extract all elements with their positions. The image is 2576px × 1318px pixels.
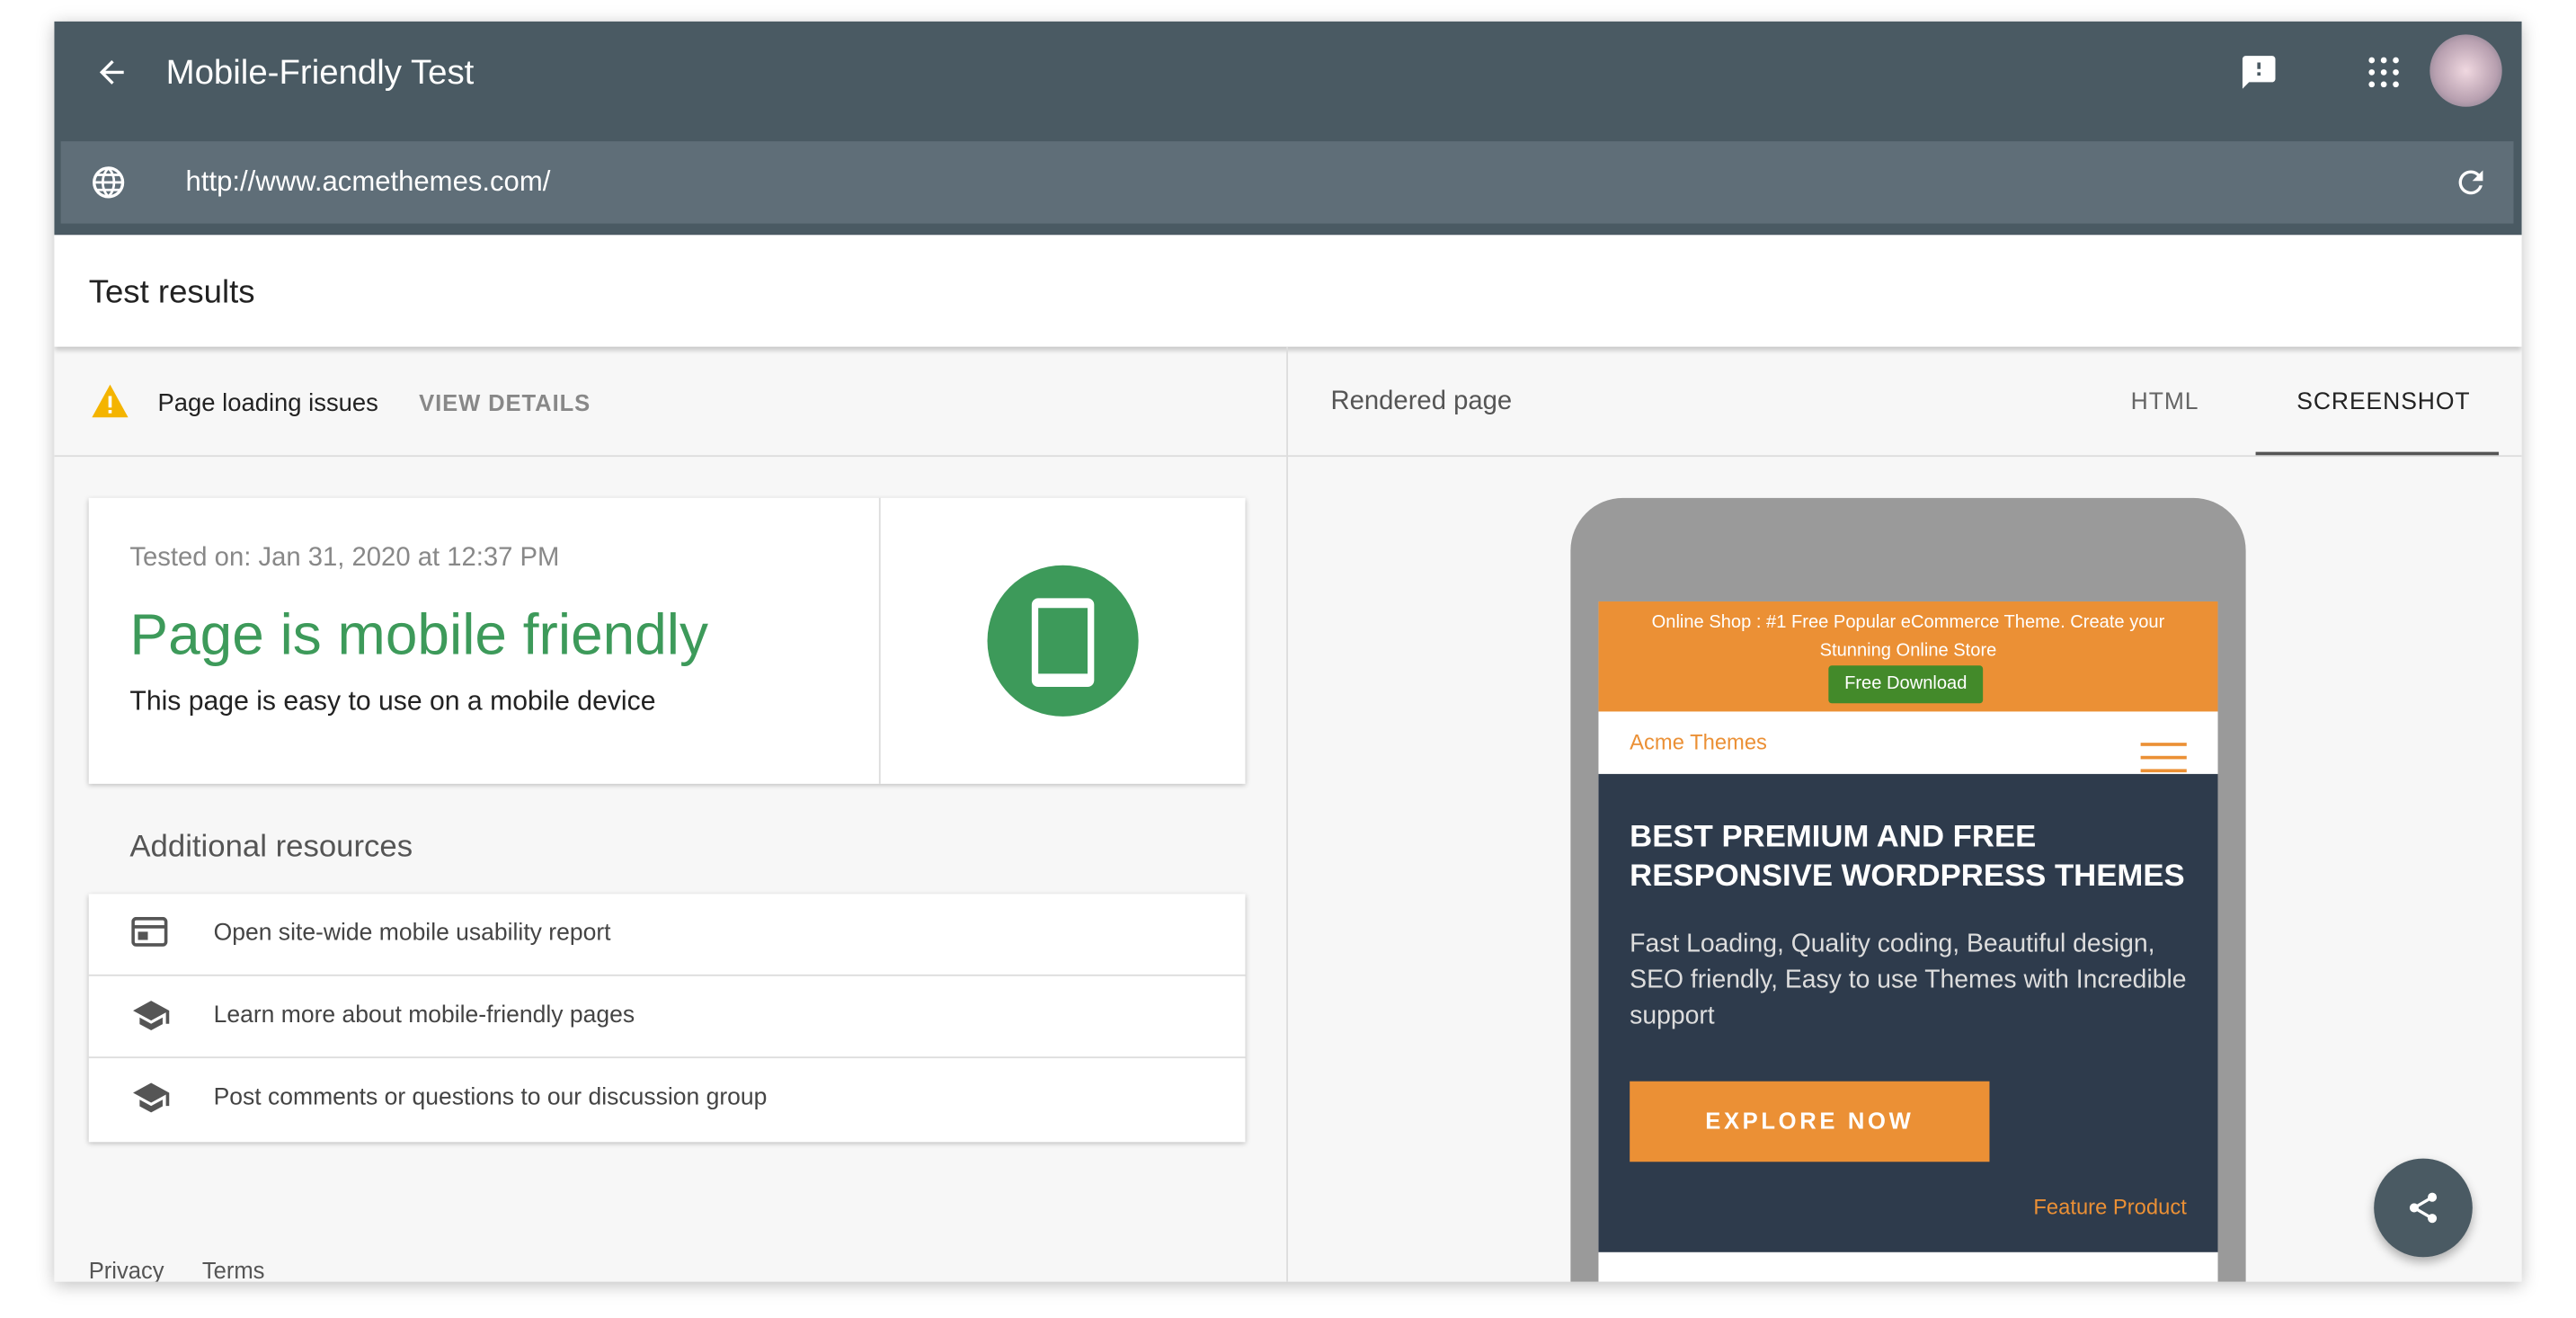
phone-frame: Online Shop : #1 Free Popular eCommerce …: [1570, 497, 2246, 1282]
hero-section: BEST PREMIUM AND FREE RESPONSIVE WORDPRE…: [1598, 773, 2218, 1252]
promo-banner: Online Shop : #1 Free Popular eCommerce …: [1598, 601, 2218, 712]
tab-html[interactable]: HTML: [2131, 389, 2199, 415]
result-headline: Page is mobile friendly: [129, 602, 709, 668]
phone-screen: Online Shop : #1 Free Popular eCommerce …: [1598, 601, 2218, 1282]
list-item-label: Learn more about mobile-friendly pages: [213, 1002, 635, 1029]
hero-text: Fast Loading, Quality coding, Beautiful …: [1630, 930, 2187, 1031]
terms-link[interactable]: Terms: [202, 1257, 265, 1281]
share-icon: [2409, 1192, 2438, 1224]
app: Mobile-Friendly Test http://www.acmethem…: [54, 21, 2522, 1282]
results-header: Test results: [54, 235, 2522, 347]
result-subtext: This page is easy to use on a mobile dev…: [129, 687, 656, 717]
share-button[interactable]: [2374, 1158, 2473, 1258]
promo-text: Online Shop : #1 Free Popular eCommerce …: [1651, 612, 2165, 661]
active-tab-indicator: [2255, 451, 2500, 456]
url-bar[interactable]: http://www.acmethemes.com/: [60, 141, 2514, 224]
rendered-page-label: Rendered page: [1330, 387, 1513, 416]
list-item[interactable]: Learn more about mobile-friendly pages: [88, 976, 1246, 1059]
avatar[interactable]: [2429, 34, 2502, 107]
free-download-button[interactable]: Free Download: [1828, 665, 1984, 704]
page-loading-issues-label: Page loading issues: [157, 389, 378, 418]
resources-list: Open site-wide mobile usability report L…: [88, 894, 1246, 1143]
additional-resources-title: Additional resources: [129, 830, 413, 865]
list-item[interactable]: Post comments or questions to our discus…: [89, 1058, 1246, 1140]
hamburger-menu-icon[interactable]: [2140, 743, 2187, 746]
tab-screenshot[interactable]: SCREENSHOT: [2296, 389, 2470, 415]
list-item-label: Post comments or questions to our discus…: [213, 1084, 768, 1111]
list-item[interactable]: Open site-wide mobile usability report: [88, 894, 1246, 976]
divider: [1286, 346, 1288, 1282]
apps-grid-icon[interactable]: [2366, 54, 2402, 90]
warning-icon: [92, 384, 129, 418]
feedback-icon[interactable]: [2239, 52, 2278, 92]
globe-icon: [93, 166, 125, 199]
list-item-label: Open site-wide mobile usability report: [213, 920, 611, 947]
feature-product-alt-text: Feature Product: [2033, 1194, 2187, 1220]
view-details-button[interactable]: VIEW DETAILS: [419, 389, 591, 415]
logo-alt-text[interactable]: Acme Themes: [1630, 730, 1767, 754]
results-title: Test results: [88, 274, 255, 311]
tested-on: Tested on: Jan 31, 2020 at 12:37 PM: [129, 544, 560, 573]
privacy-link[interactable]: Privacy: [89, 1257, 164, 1281]
hero-title: BEST PREMIUM AND FREE RESPONSIVE WORDPRE…: [1630, 820, 2185, 895]
school-icon: [133, 1082, 170, 1113]
divider: [54, 455, 2522, 458]
explore-now-button[interactable]: EXPLORE NOW: [1630, 1081, 1990, 1162]
divider: [878, 497, 881, 784]
url-input[interactable]: http://www.acmethemes.com/: [186, 166, 551, 200]
school-icon: [133, 1001, 170, 1031]
result-card: Tested on: Jan 31, 2020 at 12:37 PM Page…: [88, 497, 1246, 784]
report-icon: [131, 916, 168, 947]
mobile-phone-icon: [987, 565, 1139, 717]
app-title: Mobile-Friendly Test: [165, 54, 475, 93]
reload-icon[interactable]: [2453, 165, 2489, 200]
top-bar: Mobile-Friendly Test http://www.acmethem…: [54, 21, 2522, 236]
arrow-left-icon[interactable]: [93, 54, 129, 90]
